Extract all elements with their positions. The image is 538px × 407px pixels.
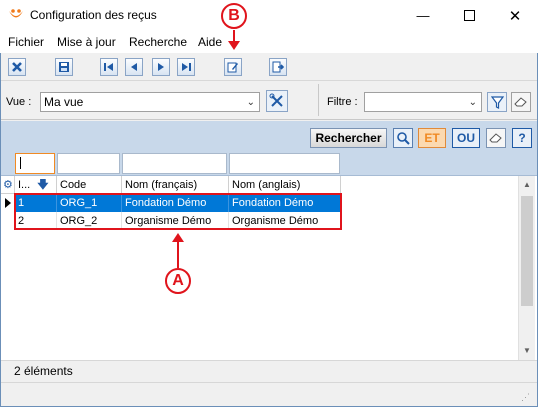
annotation-highlight-rows: [14, 193, 342, 230]
view-select[interactable]: Ma vue ⌄: [40, 92, 260, 112]
scroll-down-icon[interactable]: ▼: [523, 346, 531, 355]
annotation-callout-b: B: [221, 3, 247, 29]
first-record-button[interactable]: [100, 58, 118, 76]
close-form-button[interactable]: [8, 58, 26, 76]
search-field-nom-fr[interactable]: [122, 153, 227, 174]
minimize-button[interactable]: —: [400, 0, 446, 31]
view-select-value: Ma vue: [44, 95, 84, 109]
column-header-nom-en[interactable]: Nom (anglais): [229, 176, 341, 194]
close-icon: ✕: [508, 7, 522, 25]
bottom-bar: [1, 382, 537, 406]
status-bar: [1, 360, 537, 382]
vertical-scrollbar[interactable]: ▲ ▼: [518, 176, 535, 360]
sort-arrow-down-icon: 🡇: [37, 179, 49, 191]
minimize-icon: —: [416, 8, 430, 23]
next-record-button[interactable]: [152, 58, 170, 76]
window-title: Configuration des reçus: [30, 8, 157, 22]
apply-filter-button[interactable]: [487, 92, 507, 112]
previous-icon: [131, 63, 137, 71]
advanced-search-button[interactable]: [393, 128, 413, 148]
column-header-id-label: I...: [18, 179, 31, 191]
save-icon: [59, 62, 69, 72]
last-icon: [182, 63, 191, 71]
annotation-callout-a: A: [165, 268, 191, 294]
edit-record-button[interactable]: [224, 58, 242, 76]
export-button[interactable]: [269, 58, 287, 76]
close-window-button[interactable]: ✕: [492, 0, 538, 31]
current-row-indicator-icon: [5, 197, 11, 211]
scrollbar-thumb[interactable]: [521, 196, 533, 306]
maximize-icon: [463, 10, 475, 21]
text-cursor: [20, 157, 21, 169]
chevron-down-icon: ⌄: [468, 97, 477, 108]
first-icon: [104, 63, 113, 71]
chevron-down-icon: ⌄: [246, 97, 255, 108]
filter-select[interactable]: ⌄: [364, 92, 482, 112]
configure-view-button[interactable]: [266, 90, 288, 112]
menu-fichier[interactable]: Fichier: [8, 35, 44, 49]
funnel-icon: [490, 95, 504, 109]
search-settings-icon: [397, 132, 410, 145]
filter-separator: [318, 84, 319, 116]
view-label: Vue :: [6, 96, 32, 108]
last-record-button[interactable]: [177, 58, 195, 76]
annotation-arrow-b-head: [228, 41, 240, 50]
and-operator-button[interactable]: ET: [418, 128, 446, 148]
menu-aide[interactable]: Aide: [198, 35, 222, 49]
or-operator-button[interactable]: OU: [452, 128, 480, 148]
clear-search-button[interactable]: [486, 128, 506, 148]
help-button[interactable]: ?: [512, 128, 532, 148]
next-icon: [158, 63, 164, 71]
grid-settings-cell[interactable]: ⚙: [1, 176, 15, 194]
app-logo-icon: [9, 9, 23, 18]
eraser-icon: [489, 133, 502, 143]
search-button[interactable]: Rechercher: [310, 128, 387, 148]
filter-label: Filtre :: [327, 96, 358, 108]
search-field-id[interactable]: [15, 153, 55, 174]
column-header-nom-fr[interactable]: Nom (français): [122, 176, 229, 194]
eraser-icon: [514, 97, 527, 107]
record-count: 2 éléments: [14, 364, 73, 378]
column-header-code[interactable]: Code: [57, 176, 122, 194]
search-field-nom-en[interactable]: [229, 153, 340, 174]
edit-document-icon: [227, 62, 238, 73]
search-field-code[interactable]: [57, 153, 120, 174]
resize-grip-icon[interactable]: ⋰: [521, 392, 530, 403]
annotation-arrow-a-head: [172, 233, 184, 242]
menu-recherche[interactable]: Recherche: [129, 35, 187, 49]
scroll-up-icon[interactable]: ▲: [523, 180, 531, 189]
menu-mise-a-jour[interactable]: Mise à jour: [57, 35, 116, 49]
previous-record-button[interactable]: [125, 58, 143, 76]
maximize-button[interactable]: [446, 0, 492, 31]
column-header-id[interactable]: I... 🡇: [15, 176, 57, 194]
clear-filter-button[interactable]: [511, 92, 531, 112]
tools-icon: [269, 93, 283, 107]
save-button[interactable]: [55, 58, 73, 76]
close-x-icon: [12, 62, 22, 72]
export-icon: [272, 61, 284, 73]
gear-icon: ⚙: [3, 179, 13, 191]
